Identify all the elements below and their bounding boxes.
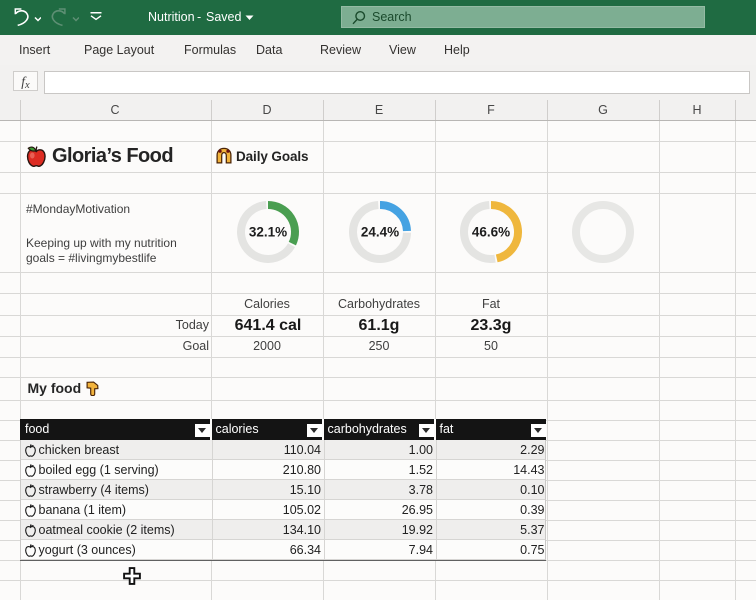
svg-text:24.4%: 24.4% — [361, 225, 399, 240]
svg-text:32.1%: 32.1% — [249, 225, 287, 240]
svg-text:46.6%: 46.6% — [472, 225, 510, 240]
